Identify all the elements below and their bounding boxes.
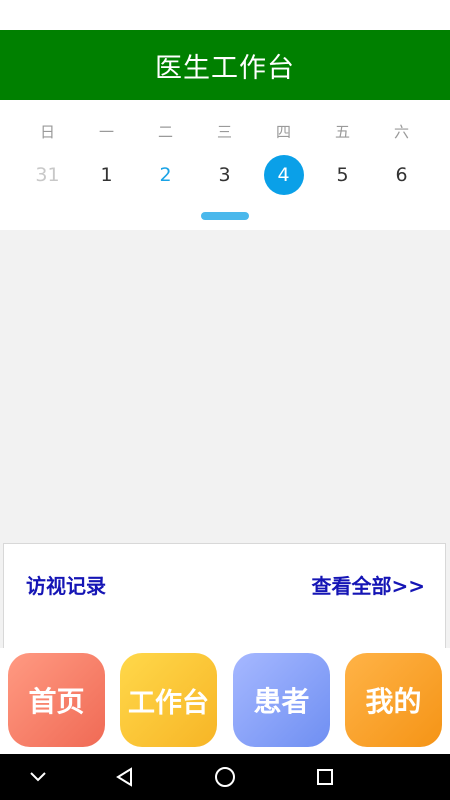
home-circle-icon[interactable] [212,764,238,790]
weekday-row: 日 一 二 三 四 五 六 [0,118,450,144]
content-area [0,230,450,543]
nav-workbench-button[interactable]: 工作台 [120,653,217,747]
date-label: 5 [336,164,349,186]
date-label: 1 [100,164,113,186]
date-cell[interactable]: 6 [372,155,431,195]
date-label: 6 [395,164,408,186]
weekday-wed: 三 [216,122,232,141]
date-cell[interactable]: 5 [313,155,372,195]
weekday-tue: 二 [157,122,173,141]
bottom-nav: 首页 工作台 患者 我的 [0,648,450,754]
date-label: 4 [263,155,304,195]
status-bar [0,0,450,30]
back-triangle-icon[interactable] [112,764,138,790]
app-header: 医生工作台 [0,30,450,100]
date-cell[interactable]: 1 [77,155,136,195]
system-nav-bar [0,754,450,800]
date-cell-selected[interactable]: 4 [254,155,313,195]
date-label: 2 [159,164,172,186]
visit-records-card: 访视记录 查看全部>> [3,543,446,648]
weekday-thu: 四 [275,122,291,141]
weekday-mon: 一 [98,122,114,141]
date-label: 31 [35,164,60,186]
calendar-expand-handle[interactable] [201,212,249,220]
view-all-link[interactable]: 查看全部>> [311,570,425,599]
weekday-fri: 五 [334,122,350,141]
weekday-sat: 六 [393,122,409,141]
visit-records-title: 访视记录 [26,574,106,598]
date-cell[interactable]: 3 [195,155,254,195]
date-row: 31 1 2 3 4 5 6 [0,155,450,195]
date-cell-today[interactable]: 2 [136,155,195,195]
week-calendar: 日 一 二 三 四 五 六 31 1 2 3 4 5 6 [0,100,450,230]
date-label: 3 [218,164,231,186]
weekday-sun: 日 [39,122,55,141]
date-cell[interactable]: 31 [18,155,77,195]
nav-patients-button[interactable]: 患者 [233,653,330,747]
recents-square-icon[interactable] [312,764,338,790]
nav-home-button[interactable]: 首页 [8,653,105,747]
nav-mine-button[interactable]: 我的 [345,653,442,747]
chevron-down-icon[interactable] [25,764,51,790]
page-title: 医生工作台 [155,52,295,84]
